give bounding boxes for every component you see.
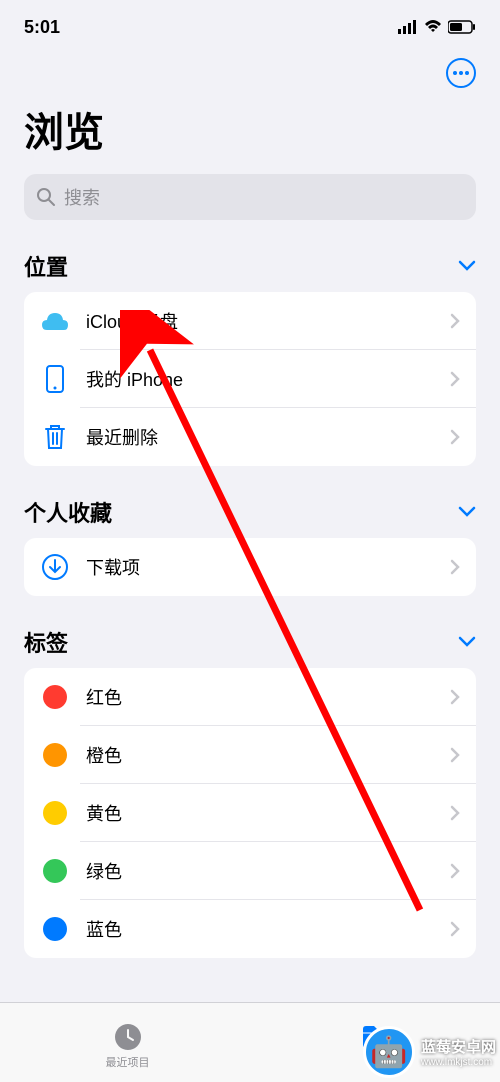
list-item-iphone[interactable]: 我的 iPhone — [24, 350, 476, 408]
item-label: 橙色 — [86, 742, 434, 768]
chevron-down-icon — [458, 506, 476, 518]
battery-icon — [448, 20, 476, 34]
watermark: 🤖 蓝莓安卓网 www.lmkjst.com — [363, 1026, 496, 1078]
list-item-tag-yellow[interactable]: 黄色 — [24, 784, 476, 842]
item-label: 蓝色 — [86, 916, 434, 942]
chevron-right-icon — [450, 313, 460, 329]
item-label: 黄色 — [86, 800, 434, 826]
chevron-down-icon — [458, 260, 476, 272]
section-header-locations[interactable]: 位置 — [0, 240, 500, 292]
signal-icon — [398, 20, 418, 34]
section-tags: 标签 红色 橙色 黄色 绿色 蓝色 — [0, 616, 500, 958]
tags-card: 红色 橙色 黄色 绿色 蓝色 — [24, 668, 476, 958]
watermark-title: 蓝莓安卓网 — [421, 1036, 496, 1057]
search-icon — [36, 187, 56, 207]
chevron-right-icon — [450, 429, 460, 445]
item-label: 我的 iPhone — [86, 366, 434, 392]
tag-dot-orange — [40, 740, 70, 770]
chevron-right-icon — [450, 371, 460, 387]
section-title: 位置 — [24, 250, 68, 282]
chevron-down-icon — [458, 636, 476, 648]
icloud-icon — [40, 306, 70, 336]
search-placeholder: 搜索 — [64, 184, 100, 210]
list-item-icloud[interactable]: iCloud 云盘 — [24, 292, 476, 350]
tab-label: 最近项目 — [106, 1054, 150, 1070]
status-icons — [398, 20, 476, 34]
tab-recents[interactable]: 最近项目 — [106, 1022, 150, 1070]
trash-icon — [40, 422, 70, 452]
item-label: iCloud 云盘 — [86, 308, 434, 334]
download-icon — [40, 552, 70, 582]
chevron-right-icon — [450, 863, 460, 879]
list-item-trash[interactable]: 最近删除 — [24, 408, 476, 466]
list-item-tag-orange[interactable]: 橙色 — [24, 726, 476, 784]
status-time: 5:01 — [24, 17, 60, 38]
section-header-tags[interactable]: 标签 — [0, 616, 500, 668]
section-locations: 位置 iCloud 云盘 我的 iPhone 最近删除 — [0, 240, 500, 466]
clock-icon — [113, 1022, 143, 1052]
search-input[interactable]: 搜索 — [24, 174, 476, 220]
wifi-icon — [424, 20, 442, 34]
section-title: 个人收藏 — [24, 496, 112, 528]
tag-dot-blue — [40, 914, 70, 944]
locations-card: iCloud 云盘 我的 iPhone 最近删除 — [24, 292, 476, 466]
list-item-tag-blue[interactable]: 蓝色 — [24, 900, 476, 958]
chevron-right-icon — [450, 747, 460, 763]
more-button-container — [0, 50, 500, 96]
list-item-tag-green[interactable]: 绿色 — [24, 842, 476, 900]
item-label: 下载项 — [86, 554, 434, 580]
section-favorites: 个人收藏 下载项 — [0, 486, 500, 596]
page-title: 浏览 — [0, 96, 500, 174]
tag-dot-green — [40, 856, 70, 886]
section-title: 标签 — [24, 626, 68, 658]
item-label: 绿色 — [86, 858, 434, 884]
chevron-right-icon — [450, 559, 460, 575]
chevron-right-icon — [450, 805, 460, 821]
item-label: 最近删除 — [86, 424, 434, 450]
watermark-url: www.lmkjst.com — [421, 1057, 496, 1068]
iphone-icon — [40, 364, 70, 394]
ellipsis-icon — [453, 71, 469, 75]
tag-dot-yellow — [40, 798, 70, 828]
status-bar: 5:01 — [0, 0, 500, 50]
more-button[interactable] — [446, 58, 476, 88]
tag-dot-red — [40, 682, 70, 712]
section-header-favorites[interactable]: 个人收藏 — [0, 486, 500, 538]
favorites-card: 下载项 — [24, 538, 476, 596]
chevron-right-icon — [450, 689, 460, 705]
chevron-right-icon — [450, 921, 460, 937]
item-label: 红色 — [86, 684, 434, 710]
list-item-tag-red[interactable]: 红色 — [24, 668, 476, 726]
list-item-downloads[interactable]: 下载项 — [24, 538, 476, 596]
watermark-logo-icon: 🤖 — [363, 1026, 415, 1078]
